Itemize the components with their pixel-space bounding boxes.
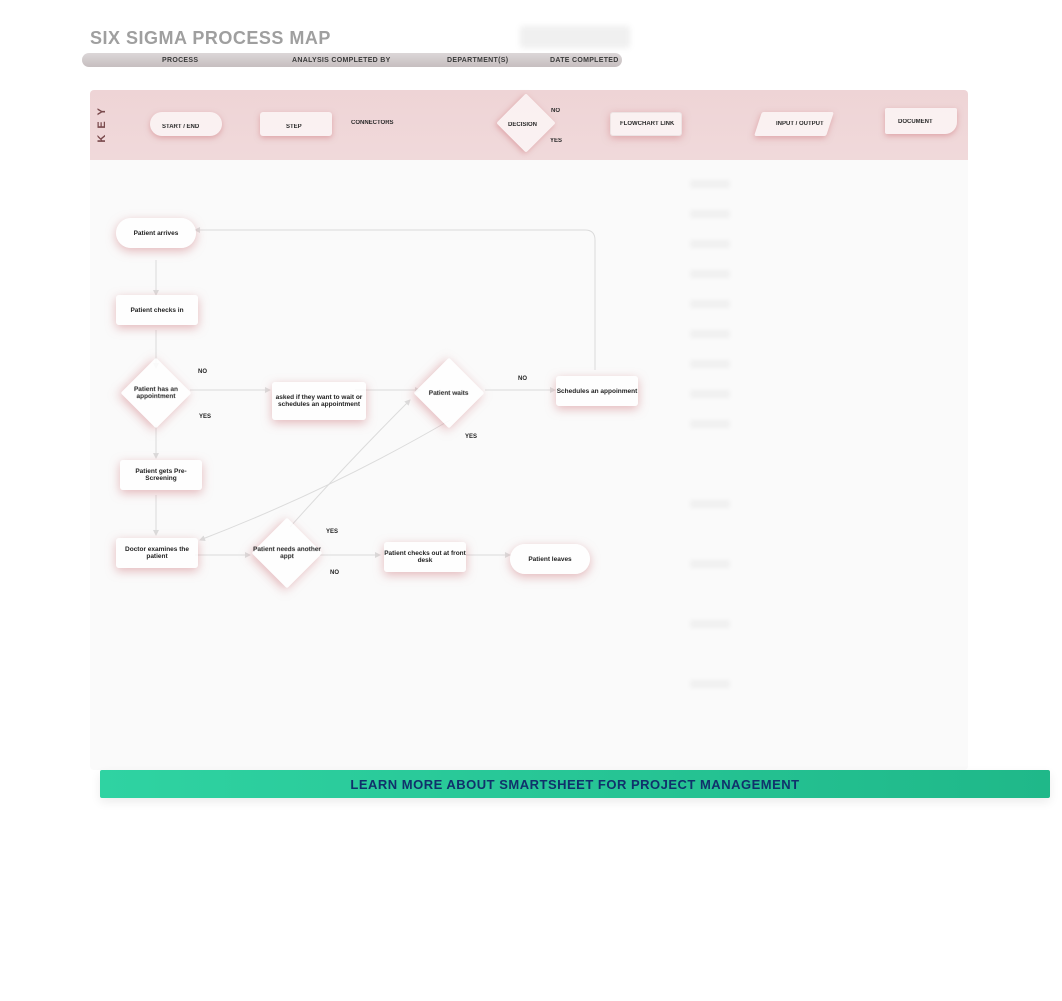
- key-legend-strip: KEY START / END STEP CONNECTORS DECISION…: [90, 90, 968, 160]
- has-appt-no: NO: [198, 369, 207, 375]
- needs-no: NO: [330, 570, 339, 576]
- footer-banner[interactable]: LEARN MORE ABOUT SMARTSHEET FOR PROJECT …: [100, 770, 1050, 798]
- footer-banner-text: LEARN MORE ABOUT SMARTSHEET FOR PROJECT …: [350, 777, 799, 792]
- node-has-appointment-label: Patient has an appointment: [121, 386, 191, 400]
- node-patient-arrives[interactable]: Patient arrives: [116, 218, 196, 248]
- key-decision-no: NO: [551, 108, 560, 114]
- key-decision-yes: YES: [550, 138, 562, 144]
- meta-process-label: PROCESS: [162, 57, 198, 64]
- node-patient-leaves[interactable]: Patient leaves: [510, 544, 590, 574]
- key-connectors-label: CONNECTORS: [351, 120, 394, 126]
- node-checkout[interactable]: Patient checks out at front desk: [384, 542, 466, 572]
- key-decision-label: DECISION: [508, 122, 537, 128]
- meta-analysis-label: ANALYSIS COMPLETED BY: [292, 57, 391, 64]
- header-input-placeholder[interactable]: [520, 26, 630, 48]
- meta-department-label: DEPARTMENT(S): [447, 57, 508, 64]
- key-document-label: DOCUMENT: [898, 118, 933, 126]
- node-schedules[interactable]: Schedules an appoinment: [556, 376, 638, 406]
- waits-no: NO: [518, 376, 527, 382]
- node-patient-waits-label: Patient waits: [414, 390, 484, 397]
- node-patient-checks-in[interactable]: Patient checks in: [116, 295, 198, 325]
- node-patient-waits[interactable]: Patient waits: [414, 358, 485, 429]
- node-asked-wait[interactable]: asked if they want to wait or schedules …: [272, 382, 366, 420]
- node-prescreening[interactable]: Patient gets Pre-Screening: [120, 460, 202, 490]
- key-startend-label: START / END: [162, 124, 199, 130]
- key-flowchart-link-label: FLOWCHART LINK: [620, 120, 674, 128]
- node-needs-another-appt-label: Patient needs another appt: [252, 546, 322, 560]
- key-step-label: STEP: [286, 124, 302, 130]
- node-doctor-examines[interactable]: Doctor examines the patient: [116, 538, 198, 568]
- needs-yes: YES: [326, 529, 338, 535]
- page-title: SIX SIGMA PROCESS MAP: [90, 28, 331, 49]
- meta-date-label: DATE COMPLETED: [550, 57, 619, 64]
- node-needs-another-appt[interactable]: Patient needs another appt: [252, 518, 323, 589]
- connector-arrows: [90, 90, 968, 770]
- key-input-output-label: INPUT / OUTPUT: [776, 120, 824, 128]
- meta-bar: PROCESS ANALYSIS COMPLETED BY DEPARTMENT…: [82, 53, 622, 67]
- flowchart-canvas: KEY START / END STEP CONNECTORS DECISION…: [90, 90, 968, 770]
- key-label: KEY: [96, 102, 108, 143]
- node-has-appointment[interactable]: Patient has an appointment: [121, 358, 192, 429]
- has-appt-yes: YES: [199, 414, 211, 420]
- waits-yes: YES: [465, 434, 477, 440]
